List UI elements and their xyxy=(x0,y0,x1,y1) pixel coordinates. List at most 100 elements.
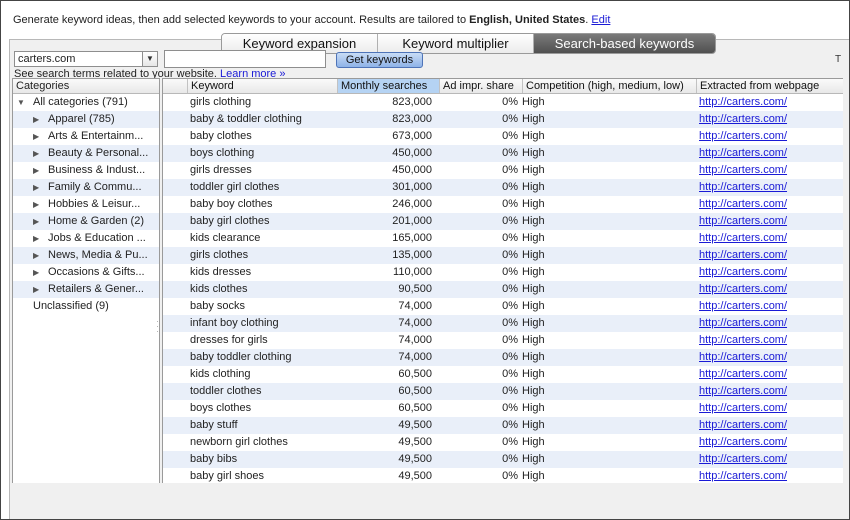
site-select[interactable]: carters.com ▼ xyxy=(14,51,158,67)
table-row[interactable]: kids dresses 110,000 0% High http://carters.… xyxy=(163,264,843,281)
category-item[interactable]: ▶ Beauty & Personal... xyxy=(13,145,159,162)
resize-grip-icon[interactable]: · · · xyxy=(156,317,159,336)
webpage-link[interactable]: http://carters.com/ xyxy=(699,334,787,346)
table-row[interactable]: newborn girl clothes 49,500 0% High http://c… xyxy=(163,434,843,451)
expand-right-icon[interactable]: ▶ xyxy=(33,162,39,179)
table-row[interactable]: girls dresses 450,000 0% High http://carters… xyxy=(163,162,843,179)
column-header-extracted-from-webpage[interactable]: Extracted from webpage xyxy=(696,79,844,93)
table-row[interactable]: dresses for girls 74,000 0% High http://cart… xyxy=(163,332,843,349)
competition-cell: High xyxy=(522,470,545,482)
table-row[interactable]: baby clothes 673,000 0% High http://carters.… xyxy=(163,128,843,145)
webpage-link[interactable]: http://carters.com/ xyxy=(699,300,787,312)
table-row[interactable]: toddler clothes 60,500 0% High http://carter… xyxy=(163,383,843,400)
table-row[interactable]: kids clothing 60,500 0% High http://carters.… xyxy=(163,366,843,383)
competition-cell: High xyxy=(522,249,545,261)
webpage-link[interactable]: http://carters.com/ xyxy=(699,453,787,465)
expand-right-icon[interactable]: ▶ xyxy=(33,213,39,230)
competition-cell: High xyxy=(522,130,545,142)
table-row[interactable]: baby boy clothes 246,000 0% High http://cart… xyxy=(163,196,843,213)
table-row[interactable]: toddler girl clothes 301,000 0% High http://… xyxy=(163,179,843,196)
webpage-link[interactable]: http://carters.com/ xyxy=(699,249,787,261)
table-row[interactable]: baby girl clothes 201,000 0% High http://car… xyxy=(163,213,843,230)
table-row[interactable]: girls clothing 823,000 0% High http://carter… xyxy=(163,94,843,111)
ad-impr-share-cell: 0% xyxy=(502,419,518,431)
expand-right-icon[interactable]: ▶ xyxy=(33,111,39,128)
edit-link[interactable]: Edit xyxy=(591,14,610,26)
webpage-link[interactable]: http://carters.com/ xyxy=(699,215,787,227)
expand-right-icon[interactable]: ▶ xyxy=(33,128,39,145)
table-row[interactable]: kids clearance 165,000 0% High http://carter… xyxy=(163,230,843,247)
table-row[interactable]: girls clothes 135,000 0% High http://carters… xyxy=(163,247,843,264)
webpage-link[interactable]: http://carters.com/ xyxy=(699,419,787,431)
tab-search-based-keywords[interactable]: Search-based keywords xyxy=(534,34,715,53)
webpage-link[interactable]: http://carters.com/ xyxy=(699,130,787,142)
webpage-link[interactable]: http://carters.com/ xyxy=(699,147,787,159)
webpage-link[interactable]: http://carters.com/ xyxy=(699,470,787,482)
category-item[interactable]: ▶ Occasions & Gifts... xyxy=(13,264,159,281)
category-item[interactable]: ▶ Hobbies & Leisur... xyxy=(13,196,159,213)
webpage-link[interactable]: http://carters.com/ xyxy=(699,198,787,210)
category-item[interactable]: ▶ Arts & Entertainm... xyxy=(13,128,159,145)
expand-right-icon[interactable]: ▶ xyxy=(33,247,39,264)
ad-impr-share-cell: 0% xyxy=(502,385,518,397)
expand-right-icon[interactable]: ▶ xyxy=(33,179,39,196)
category-item[interactable]: ▶ Home & Garden (2) xyxy=(13,213,159,230)
column-header-monthly-searches[interactable]: Monthly searches xyxy=(337,79,439,93)
ad-impr-share-cell: 0% xyxy=(502,113,518,125)
webpage-link[interactable]: http://carters.com/ xyxy=(699,181,787,193)
table-row[interactable]: baby socks 74,000 0% High http://carters.com… xyxy=(163,298,843,315)
tab-keyword-multiplier[interactable]: Keyword multiplier xyxy=(378,34,534,53)
category-label: Beauty & Personal... xyxy=(48,147,149,159)
category-item[interactable]: ▼ All categories (791) xyxy=(13,94,159,111)
chevron-down-icon[interactable]: ▼ xyxy=(142,52,157,66)
webpage-link[interactable]: http://carters.com/ xyxy=(699,317,787,329)
competition-cell: High xyxy=(522,232,545,244)
expand-right-icon[interactable]: ▶ xyxy=(33,196,39,213)
expand-right-icon[interactable]: ▶ xyxy=(33,281,39,298)
webpage-link[interactable]: http://carters.com/ xyxy=(699,164,787,176)
table-row[interactable]: boys clothes 60,500 0% High http://carters.c… xyxy=(163,400,843,417)
category-item[interactable]: ▶ News, Media & Pu... xyxy=(13,247,159,264)
category-label: Family & Commu... xyxy=(48,181,142,193)
column-header-ad-impr-share[interactable]: Ad impr. share xyxy=(439,79,522,93)
table-row[interactable]: baby bibs 49,500 0% High http://carters.com/ xyxy=(163,451,843,468)
get-keywords-button[interactable]: Get keywords xyxy=(336,52,423,68)
competition-cell: High xyxy=(522,147,545,159)
category-item[interactable]: ▶ Jobs & Education ... xyxy=(13,230,159,247)
categories-header: Categories xyxy=(13,79,159,94)
table-row[interactable]: boys clothing 450,000 0% High http://carters… xyxy=(163,145,843,162)
webpage-link[interactable]: http://carters.com/ xyxy=(699,96,787,108)
expand-right-icon[interactable]: ▶ xyxy=(33,230,39,247)
category-item[interactable]: ▶ Apparel (785) xyxy=(13,111,159,128)
expand-right-icon[interactable]: ▶ xyxy=(33,145,39,162)
monthly-searches-cell: 823,000 xyxy=(392,113,432,125)
table-row[interactable]: baby & toddler clothing 823,000 0% High http… xyxy=(163,111,843,128)
webpage-link[interactable]: http://carters.com/ xyxy=(699,113,787,125)
monthly-searches-cell: 49,500 xyxy=(398,436,432,448)
table-row[interactable]: infant boy clothing 74,000 0% High http://ca… xyxy=(163,315,843,332)
webpage-link[interactable]: http://carters.com/ xyxy=(699,266,787,278)
expand-right-icon[interactable]: ▶ xyxy=(33,264,39,281)
webpage-link[interactable]: http://carters.com/ xyxy=(699,368,787,380)
webpage-link[interactable]: http://carters.com/ xyxy=(699,402,787,414)
expand-down-icon[interactable]: ▼ xyxy=(17,94,25,111)
table-row[interactable]: baby girl shoes 49,500 0% High http://carter… xyxy=(163,468,843,485)
column-header-competition[interactable]: Competition (high, medium, low) xyxy=(522,79,696,93)
keyword-input[interactable] xyxy=(164,50,326,68)
webpage-link[interactable]: http://carters.com/ xyxy=(699,232,787,244)
competition-cell: High xyxy=(522,181,545,193)
competition-cell: High xyxy=(522,96,545,108)
webpage-link[interactable]: http://carters.com/ xyxy=(699,283,787,295)
category-item[interactable]: ▶ Retailers & Gener... xyxy=(13,281,159,298)
table-row[interactable]: kids clothes 90,500 0% High http://carters.c… xyxy=(163,281,843,298)
table-row[interactable]: baby toddler clothing 74,000 0% High http://… xyxy=(163,349,843,366)
category-item[interactable]: ▶ Family & Commu... xyxy=(13,179,159,196)
competition-cell: High xyxy=(522,334,545,346)
webpage-link[interactable]: http://carters.com/ xyxy=(699,385,787,397)
category-item[interactable]: Unclassified (9) xyxy=(13,298,159,315)
webpage-link[interactable]: http://carters.com/ xyxy=(699,351,787,363)
column-header-keyword[interactable]: Keyword xyxy=(187,79,337,93)
webpage-link[interactable]: http://carters.com/ xyxy=(699,436,787,448)
category-item[interactable]: ▶ Business & Indust... xyxy=(13,162,159,179)
table-row[interactable]: baby stuff 49,500 0% High http://carters.com… xyxy=(163,417,843,434)
